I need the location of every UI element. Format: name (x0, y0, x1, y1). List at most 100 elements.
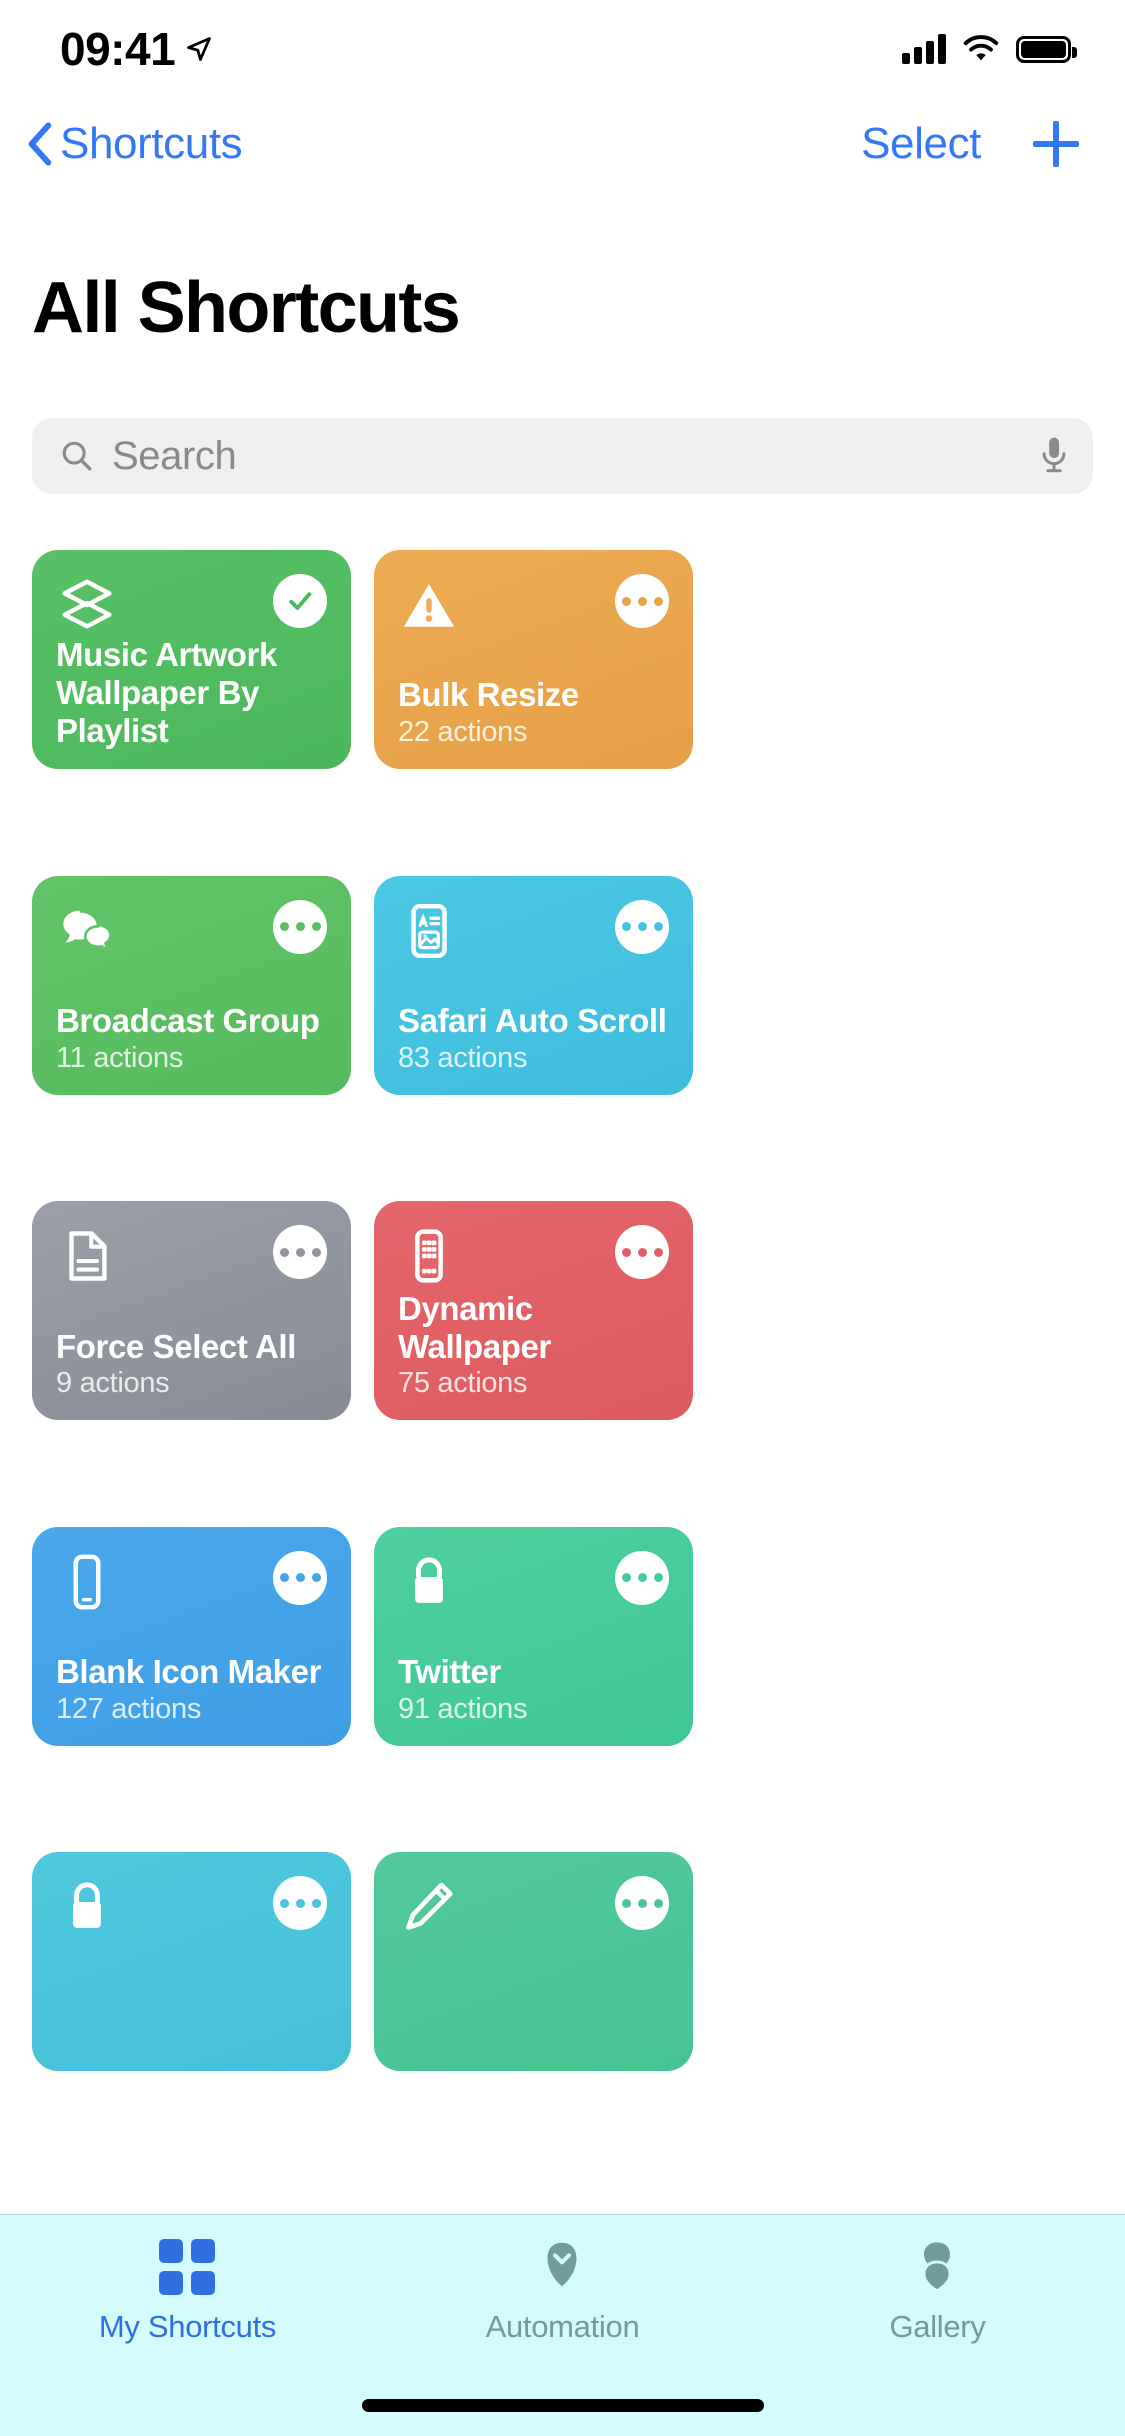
shortcut-action-count: 83 actions (398, 1041, 528, 1074)
grid-squares-icon (159, 2237, 216, 2297)
search-icon (62, 441, 92, 471)
tab-automation[interactable]: Automation (375, 2237, 750, 2345)
tab-bar: My Shortcuts Automation Gallery (0, 2214, 1125, 2436)
ellipsis-icon (279, 1898, 321, 1908)
ellipsis-icon (621, 922, 663, 932)
shortcut-more-badge[interactable] (615, 1550, 669, 1605)
shortcut-action-count: 127 actions (56, 1692, 202, 1725)
ellipsis-icon (621, 596, 663, 606)
pencil-icon (406, 1882, 453, 1931)
card-text: Bulk Resize 22 actions (398, 676, 669, 749)
back-button[interactable]: Shortcuts (26, 119, 243, 169)
card-text: Broadcast Group 11 actions (56, 1002, 327, 1075)
cellular-signal-icon (902, 34, 946, 64)
ellipsis-icon (621, 1573, 663, 1583)
shortcut-more-badge[interactable] (273, 899, 327, 954)
tab-gallery[interactable]: Gallery (750, 2237, 1125, 2345)
shortcut-card[interactable]: Twitter 91 actions (374, 1526, 693, 1746)
layers-icon (62, 579, 112, 629)
shortcut-card[interactable]: Music Artwork Wallpaper By Playlist (32, 550, 351, 769)
lock-icon (415, 1557, 443, 1603)
shortcut-title: Music Artwork Wallpaper By Playlist (56, 636, 277, 749)
shortcut-action-count: 9 actions (56, 1367, 170, 1400)
card-header (56, 899, 327, 962)
chevron-left-icon (28, 122, 52, 166)
document-media-icon (411, 903, 447, 958)
microphone-icon[interactable] (1037, 433, 1071, 479)
shortcut-action-count: 22 actions (398, 716, 528, 748)
layers-stack-icon (908, 2237, 966, 2297)
shortcut-card[interactable]: Force Select All 9 actions (32, 1201, 351, 1421)
card-text: Music Artwork Wallpaper By Playlist (56, 636, 327, 750)
shortcut-card[interactable] (374, 1852, 693, 2072)
shortcut-more-badge[interactable] (273, 1550, 327, 1605)
search-bar[interactable]: Search (32, 418, 1093, 494)
shortcut-card[interactable]: Safari Auto Scroll 83 actions (374, 875, 693, 1095)
shortcut-more-badge[interactable] (615, 1876, 669, 1931)
shortcut-card[interactable]: Broadcast Group 11 actions (32, 875, 351, 1095)
card-header (56, 574, 327, 636)
card-header (398, 1225, 669, 1287)
shortcut-more-badge[interactable] (615, 899, 669, 954)
tab-gallery-label: Gallery (889, 2309, 986, 2344)
card-header (56, 1876, 327, 1938)
chevron-down-badge-icon (533, 2237, 591, 2297)
card-text: Twitter 91 actions (398, 1653, 669, 1726)
card-header (56, 1550, 327, 1613)
card-header (398, 1876, 669, 1938)
shortcut-more-badge[interactable] (615, 1225, 669, 1280)
card-header (398, 1550, 669, 1613)
ellipsis-icon (621, 1898, 663, 1908)
shortcut-action-count: 11 actions (56, 1041, 184, 1074)
search-input[interactable]: Search (112, 434, 1037, 479)
status-bar: 09:41 (0, 0, 1125, 98)
tab-automation-label: Automation (485, 2309, 640, 2344)
shortcut-title: Twitter (398, 1653, 501, 1691)
tab-my-shortcuts[interactable]: My Shortcuts (0, 2237, 375, 2345)
select-button[interactable]: Select (861, 119, 981, 169)
battery-full-icon (1016, 35, 1077, 63)
page-title: All Shortcuts (32, 268, 461, 348)
location-arrow-icon (187, 37, 212, 61)
iphone-icon (73, 1554, 101, 1610)
document-icon (69, 1231, 107, 1281)
ellipsis-icon (621, 1247, 663, 1257)
shortcut-title: Bulk Resize (398, 676, 579, 714)
wifi-icon (963, 35, 999, 61)
shortcut-card[interactable]: Dynamic Wallpaper 75 actions (374, 1201, 693, 1421)
shortcut-card[interactable]: Blank Icon Maker 127 actions (32, 1526, 351, 1746)
status-bar-right (902, 34, 1077, 64)
shortcut-more-badge[interactable] (615, 574, 669, 628)
shortcut-more-badge[interactable] (273, 1876, 327, 1931)
shortcut-action-count: 91 actions (398, 1692, 528, 1725)
speech-bubbles-icon (63, 910, 114, 950)
plus-icon[interactable] (1033, 121, 1079, 167)
iphone-screen: 09:41 Shortcuts Select All Shortcuts Sea… (0, 0, 1125, 2436)
shortcut-title: Force Select All (56, 1327, 296, 1365)
back-button-label: Shortcuts (60, 119, 243, 168)
ellipsis-icon (279, 1573, 321, 1583)
card-header (56, 1225, 327, 1287)
device-grid-icon (415, 1229, 443, 1283)
card-text: Dynamic Wallpaper 75 actions (398, 1290, 669, 1400)
shortcut-check-badge[interactable] (273, 574, 327, 628)
shortcut-title: Broadcast Group (56, 1001, 320, 1039)
shortcut-card[interactable] (32, 1852, 351, 2072)
ellipsis-icon (279, 1247, 321, 1257)
home-indicator (361, 2399, 764, 2412)
navigation-bar: Shortcuts Select (0, 98, 1125, 190)
shortcut-title: Blank Icon Maker (56, 1653, 322, 1691)
card-text: Safari Auto Scroll 83 actions (398, 1002, 669, 1075)
warning-triangle-icon (403, 584, 455, 627)
ellipsis-icon (279, 922, 321, 932)
navigation-bar-actions: Select (861, 119, 1079, 169)
card-header (398, 899, 669, 962)
tab-my-shortcuts-label: My Shortcuts (98, 2309, 277, 2344)
shortcut-card[interactable]: Bulk Resize 22 actions (374, 550, 693, 769)
shortcuts-grid: Music Artwork Wallpaper By Playlist Bulk… (32, 550, 1093, 2150)
card-text: Blank Icon Maker 127 actions (56, 1653, 327, 1726)
status-bar-time: 09:41 (60, 23, 176, 75)
shortcut-title: Dynamic Wallpaper (398, 1289, 551, 1365)
status-bar-left: 09:41 (60, 26, 213, 72)
shortcut-more-badge[interactable] (273, 1225, 327, 1280)
